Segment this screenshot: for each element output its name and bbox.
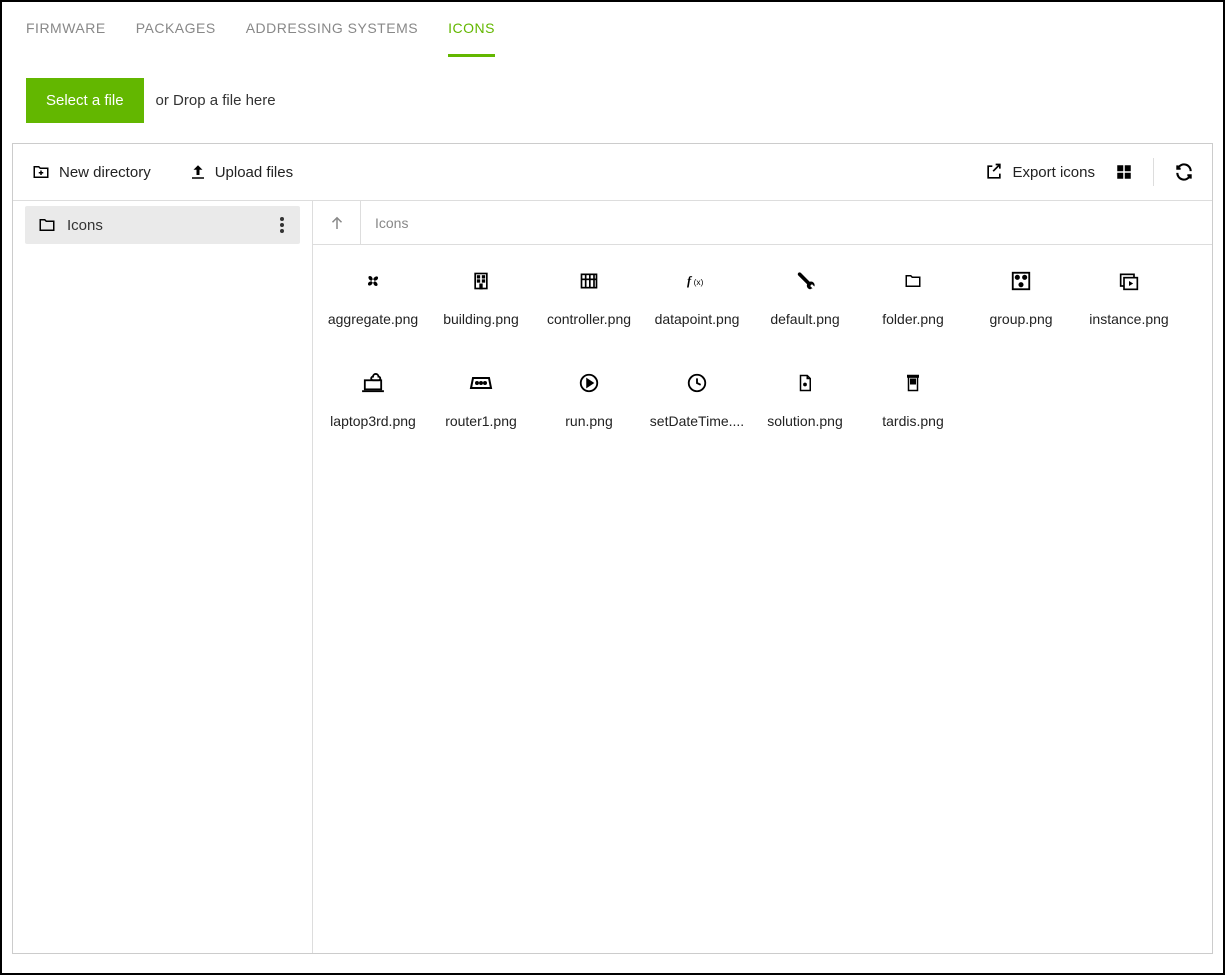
laptop-cloud-icon [319, 367, 427, 399]
content-area: Icons Icons aggregate.pngbuilding.pngcon… [13, 201, 1212, 953]
toolbar-divider [1153, 158, 1154, 186]
svg-text:f: f [687, 274, 693, 288]
breadcrumb: Icons [361, 215, 408, 231]
file-item[interactable]: instance.png [1075, 265, 1183, 327]
folder-label: Icons [67, 217, 103, 234]
file-name-label: datapoint.png [643, 311, 751, 327]
select-file-button[interactable]: Select a file [26, 78, 144, 123]
export-icons-label: Export icons [1012, 164, 1095, 181]
upload-files-label: Upload files [215, 164, 293, 181]
file-item[interactable]: laptop3rd.png [319, 367, 427, 429]
breadcrumb-row: Icons [313, 201, 1212, 245]
folder-icon [859, 265, 967, 297]
dice-icon [967, 265, 1075, 297]
file-name-label: aggregate.png [319, 311, 427, 327]
file-name-label: laptop3rd.png [319, 413, 427, 429]
file-name-label: router1.png [427, 413, 535, 429]
more-options-icon[interactable] [276, 217, 288, 233]
refresh-icon[interactable] [1174, 162, 1194, 182]
main-panel: Icons aggregate.pngbuilding.pngcontrolle… [313, 201, 1212, 953]
tab-firmware[interactable]: FIRMWARE [26, 20, 106, 57]
grid-view-icon[interactable] [1115, 163, 1133, 181]
file-item[interactable]: f(x) datapoint.png [643, 265, 751, 327]
file-item[interactable]: router1.png [427, 367, 535, 429]
export-icon [984, 162, 1004, 182]
file-item[interactable]: default.png [751, 265, 859, 327]
upload-files-button[interactable]: Upload files [189, 163, 293, 181]
file-name-label: run.png [535, 413, 643, 429]
file-name-label: building.png [427, 311, 535, 327]
file-name-label: default.png [751, 311, 859, 327]
file-name-label: setDateTime.... [643, 413, 751, 429]
tab-addressing-systems[interactable]: ADDRESSING SYSTEMS [246, 20, 418, 57]
file-item[interactable]: run.png [535, 367, 643, 429]
play-frame-icon [1075, 265, 1183, 297]
file-item[interactable]: folder.png [859, 265, 967, 327]
file-item[interactable]: solution.png [751, 367, 859, 429]
up-button[interactable] [313, 201, 361, 244]
new-directory-label: New directory [59, 164, 151, 181]
svg-text:(x): (x) [694, 277, 704, 287]
file-grid: aggregate.pngbuilding.pngcontroller.pngf… [313, 245, 1212, 489]
file-item[interactable]: building.png [427, 265, 535, 327]
document-icon [751, 367, 859, 399]
sidebar-folder-icons[interactable]: Icons [25, 206, 300, 244]
export-icons-button[interactable]: Export icons [984, 162, 1095, 182]
file-name-label: controller.png [535, 311, 643, 327]
play-circle-icon [535, 367, 643, 399]
file-name-label: folder.png [859, 311, 967, 327]
file-item[interactable]: setDateTime.... [643, 367, 751, 429]
tardis-icon [859, 367, 967, 399]
fan-icon [319, 265, 427, 297]
new-directory-button[interactable]: New directory [31, 163, 151, 181]
wrench-icon [751, 265, 859, 297]
building-icon [427, 265, 535, 297]
toolbar: New directory Upload files Export icons [13, 144, 1212, 201]
upload-icon [189, 163, 207, 181]
file-name-label: instance.png [1075, 311, 1183, 327]
tabs-bar: FIRMWARE PACKAGES ADDRESSING SYSTEMS ICO… [2, 2, 1223, 58]
file-manager: New directory Upload files Export icons [12, 143, 1213, 954]
tab-icons[interactable]: ICONS [448, 20, 495, 57]
folder-icon [37, 216, 57, 234]
file-name-label: solution.png [751, 413, 859, 429]
sidebar: Icons [13, 201, 313, 953]
file-item[interactable]: controller.png [535, 265, 643, 327]
file-name-label: group.png [967, 311, 1075, 327]
file-item[interactable]: group.png [967, 265, 1075, 327]
router-icon [427, 367, 535, 399]
file-item[interactable]: aggregate.png [319, 265, 427, 327]
tab-packages[interactable]: PACKAGES [136, 20, 216, 57]
upload-bar: Select a file or Drop a file here [2, 58, 1223, 143]
file-item[interactable]: tardis.png [859, 367, 967, 429]
clock-icon [643, 367, 751, 399]
new-folder-icon [31, 163, 51, 181]
drop-hint-text: or Drop a file here [156, 92, 276, 109]
function-icon: f(x) [643, 265, 751, 297]
controller-icon [535, 265, 643, 297]
file-name-label: tardis.png [859, 413, 967, 429]
